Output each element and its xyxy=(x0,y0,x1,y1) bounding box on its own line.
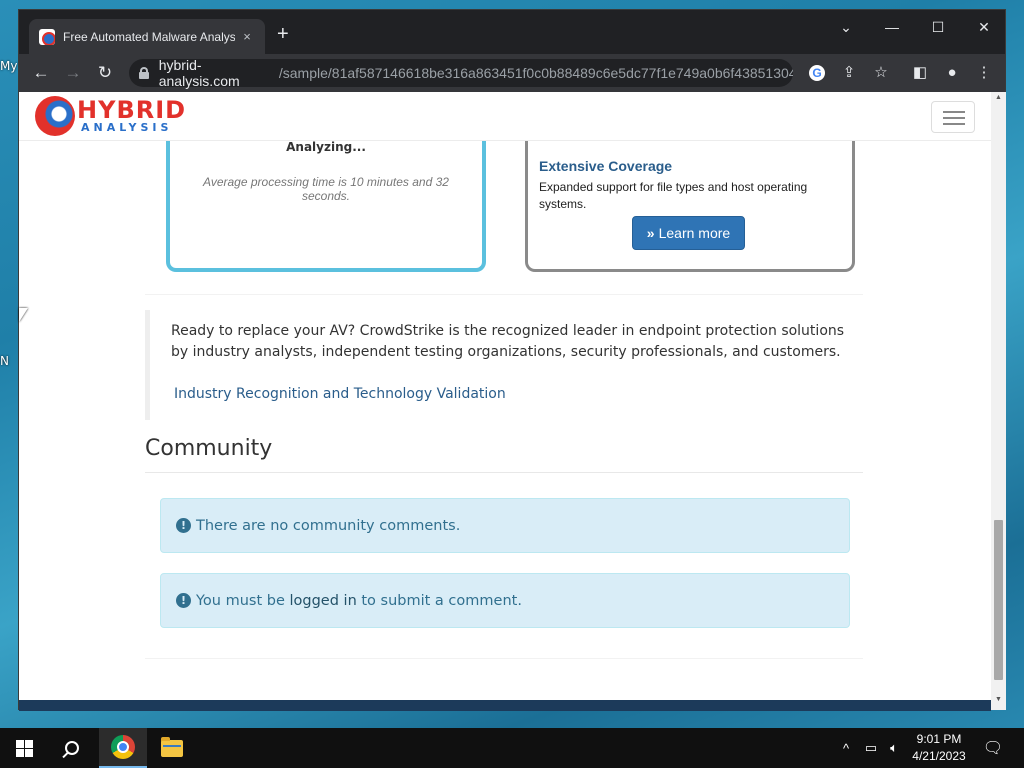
folder-icon xyxy=(161,736,183,757)
card-cut-heading: Analyzing... xyxy=(286,140,366,154)
back-button[interactable]: ← xyxy=(29,61,53,85)
taskbar-clock[interactable]: 9:01 PM 4/21/2023 xyxy=(906,731,972,765)
google-lens-icon[interactable]: G xyxy=(803,59,831,87)
industry-recognition-link[interactable]: Industry Recognition and Technology Vali… xyxy=(174,386,506,402)
scroll-up-arrow-icon[interactable]: ▲ xyxy=(991,94,1006,101)
search-icon xyxy=(65,741,79,755)
logged-in-link[interactable]: logged in xyxy=(290,593,357,609)
taskbar-chrome-button[interactable] xyxy=(99,728,147,768)
logo-word-hybrid: HYBRID xyxy=(77,96,187,124)
taskbar-search-button[interactable] xyxy=(48,728,96,768)
double-chevron-right-icon: » xyxy=(646,225,655,241)
exclamation-circle-icon: ! xyxy=(176,518,191,533)
browser-window: Free Automated Malware Analysis × + ⌄ — … xyxy=(18,9,1006,711)
profile-icon[interactable]: ● xyxy=(938,59,966,87)
login-required-alert: ! You must be logged in to submit a comm… xyxy=(160,573,850,628)
site-header: HYBRID ANALYSIS xyxy=(19,92,991,141)
close-window-button[interactable]: ✕ xyxy=(961,16,1007,38)
section-divider xyxy=(145,294,863,295)
logo-word-analysis: ANALYSIS xyxy=(81,121,173,134)
nav-toggle-button[interactable] xyxy=(931,101,975,133)
browser-toolbar: ← → ↻ hybrid-analysis.com/sample/81af587… xyxy=(19,54,1005,92)
windows-taskbar: ^ ▭ 🔈︎ 9:01 PM 4/21/2023 🗨︎ xyxy=(0,728,1024,768)
new-tab-button[interactable]: + xyxy=(277,24,289,44)
section-divider xyxy=(145,658,863,659)
page-viewport: HYBRID ANALYSIS Analyzing... Average pro… xyxy=(19,92,991,700)
scroll-down-arrow-icon[interactable]: ▼ xyxy=(991,696,1006,703)
tab-close-icon[interactable]: × xyxy=(239,29,255,44)
reload-button[interactable]: ↻ xyxy=(93,61,117,85)
url-path: /sample/81af587146618be316a863451f0c0b88… xyxy=(278,65,793,81)
windows-logo-icon xyxy=(15,739,33,757)
tab-strip: Free Automated Malware Analysis × + ⌄ — … xyxy=(19,10,1005,54)
logo-mark-icon xyxy=(35,96,75,136)
exclamation-circle-icon: ! xyxy=(176,593,191,608)
no-comments-alert: ! There are no community comments. xyxy=(160,498,850,553)
volume-icon[interactable]: 🔈︎ xyxy=(884,728,904,768)
desktop-icon-label[interactable]: N xyxy=(0,354,9,368)
start-button[interactable] xyxy=(0,728,48,768)
clock-time: 9:01 PM xyxy=(916,732,962,746)
browser-menu-icon[interactable]: ⋮ xyxy=(970,59,998,87)
scrollbar-thumb[interactable] xyxy=(994,520,1003,680)
tab-title: Free Automated Malware Analysis xyxy=(63,29,235,44)
lock-icon[interactable] xyxy=(139,67,149,79)
login-suffix-text: to submit a comment. xyxy=(361,592,522,609)
promo-text: Ready to replace your AV? CrowdStrike is… xyxy=(171,323,845,360)
maximize-button[interactable]: ☐ xyxy=(915,16,961,38)
tab-search-chevron-down-icon[interactable]: ⌄ xyxy=(823,16,869,38)
processing-time-note: Average processing time is 10 minutes an… xyxy=(203,175,449,203)
share-icon[interactable]: ⇪ xyxy=(835,59,863,87)
chrome-icon xyxy=(111,735,135,759)
login-prefix-text: You must be xyxy=(196,592,285,609)
coverage-heading: Extensive Coverage xyxy=(539,158,673,174)
url-host: hybrid-analysis.com xyxy=(158,57,240,89)
no-comments-text: There are no community comments. xyxy=(196,517,461,534)
taskbar-file-explorer-button[interactable] xyxy=(148,728,196,768)
community-heading-rule xyxy=(145,472,863,473)
coverage-description: Expanded support for file types and host… xyxy=(539,180,808,211)
network-icon[interactable]: ▭ xyxy=(860,728,882,768)
page-scrollbar[interactable]: ▲ ▼ xyxy=(991,92,1006,710)
address-bar[interactable]: hybrid-analysis.com/sample/81af587146618… xyxy=(129,57,793,89)
minimize-button[interactable]: — xyxy=(869,16,915,38)
browser-tab[interactable]: Free Automated Malware Analysis × xyxy=(29,19,265,54)
mouse-cursor-icon xyxy=(19,308,28,322)
forward-button[interactable]: → xyxy=(61,61,85,85)
hamburger-icon-bar xyxy=(943,123,965,125)
site-favicon-icon xyxy=(39,28,55,45)
hybrid-analysis-logo[interactable]: HYBRID ANALYSIS xyxy=(35,96,199,138)
side-panel-icon[interactable]: ◧ xyxy=(906,59,934,87)
notifications-icon[interactable]: 🗨︎ xyxy=(978,728,1008,768)
clock-date: 4/21/2023 xyxy=(912,749,966,763)
hamburger-icon-bar xyxy=(943,117,965,119)
promo-blockquote: Ready to replace your AV? CrowdStrike is… xyxy=(145,310,861,420)
community-heading: Community xyxy=(145,436,273,461)
bookmark-star-icon[interactable]: ☆ xyxy=(867,59,895,87)
learn-more-button[interactable]: » Learn more xyxy=(632,216,745,250)
site-footer-bar xyxy=(19,700,991,711)
hamburger-icon xyxy=(943,111,965,113)
desktop-icon-label[interactable]: My xyxy=(0,59,17,73)
show-hidden-icons-button[interactable]: ^ xyxy=(836,728,856,768)
learn-more-label: Learn more xyxy=(658,225,731,241)
